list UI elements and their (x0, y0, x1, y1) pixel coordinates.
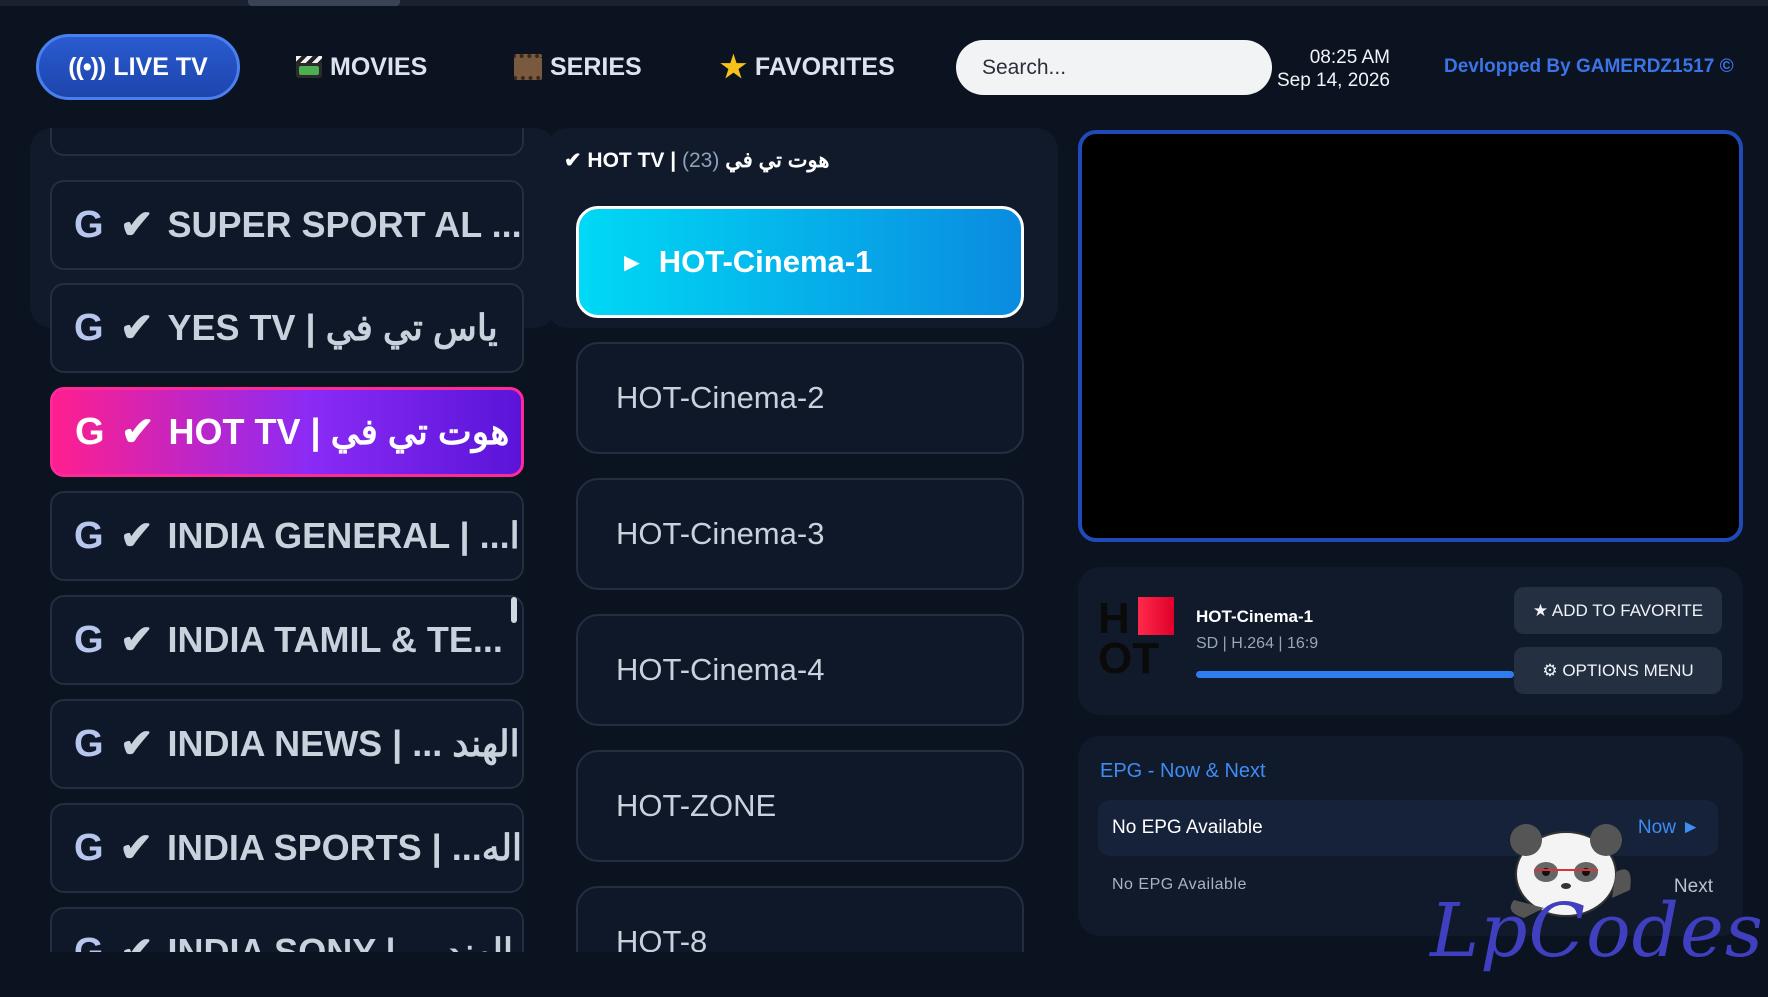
category-label: INDIA NEWS | ... الهند (167, 723, 520, 764)
category-list[interactable]: G ✔ SUPER SPORT AL ... G ✔ YES TV | ياس … (50, 128, 524, 952)
check-icon: ✔ (119, 826, 153, 870)
category-item-partial[interactable] (50, 128, 524, 156)
add-to-favorite-button[interactable]: ★ ADD TO FAVORITE (1514, 587, 1722, 634)
channel-item[interactable]: HOT-Cinema-3 (576, 478, 1024, 590)
epg-now-text: No EPG Available (1112, 817, 1263, 838)
playback-progress (1196, 671, 1514, 678)
check-icon: ✔ (120, 306, 154, 350)
category-badge: G (74, 722, 104, 765)
category-label: INDIA GENERAL | ...ا (167, 515, 520, 556)
film-strip-icon (514, 54, 542, 80)
channel-logo: H OT (1098, 597, 1174, 681)
channel-label: HOT-ZONE (616, 788, 777, 823)
search-placeholder: Search... (982, 55, 1067, 79)
category-item[interactable]: G ✔ INDIA SONY | ... الهند (50, 907, 524, 952)
channel-item[interactable]: HOT-Cinema-4 (576, 614, 1024, 726)
category-badge: G (74, 826, 104, 869)
watermark-text: LpCodes (1430, 888, 1764, 974)
category-badge: G (74, 306, 104, 349)
check-icon: ✔ (120, 203, 154, 247)
epg-title: EPG - Now & Next (1100, 760, 1266, 782)
channel-label: HOT-8 (616, 924, 708, 952)
clapperboard-icon (296, 56, 322, 78)
category-item[interactable]: G ✔ INDIA NEWS | ... الهند (50, 699, 524, 789)
channel-item[interactable]: HOT-8 (576, 886, 1024, 952)
epg-now-label: Now ► (1637, 817, 1700, 838)
nav-series-label: SERIES (550, 52, 642, 81)
channel-label: HOT-Cinema-3 (616, 516, 825, 551)
category-item[interactable]: G ✔ SUPER SPORT AL ... (50, 180, 524, 270)
category-item-active[interactable]: G ✔ HOT TV | هوت تي في (50, 387, 524, 477)
category-item[interactable]: G ✔ INDIA GENERAL | ...ا (50, 491, 524, 581)
clock: 08:25 AM Sep 14, 2026 (1268, 46, 1390, 92)
nav-favorites-label: FAVORITES (754, 52, 895, 81)
check-icon: ✔ (120, 722, 154, 766)
nav-movies-label: MOVIES (330, 52, 428, 81)
check-icon: ✔ (120, 618, 154, 662)
nav-movies[interactable]: MOVIES (296, 34, 427, 100)
channel-label: HOT-Cinema-1 (658, 244, 873, 279)
channel-label: HOT-Cinema-4 (616, 652, 825, 687)
nav-series[interactable]: SERIES (514, 34, 642, 100)
progress-fill (1196, 671, 1514, 678)
category-badge: G (74, 203, 104, 246)
check-icon: ✔ (121, 410, 155, 454)
check-icon: ✔ (120, 514, 154, 558)
channel-item-active[interactable]: ► HOT-Cinema-1 (576, 206, 1024, 318)
now-playing-card: H OT HOT-Cinema-1 SD | H.264 | 16:9 ★ AD… (1078, 567, 1743, 715)
category-badge: G (74, 930, 104, 953)
check-icon: ✔ (120, 930, 154, 952)
channel-count: (23) (681, 149, 720, 172)
now-playing-meta: SD | H.264 | 16:9 (1196, 635, 1319, 652)
category-label: INDIA SONY | ... الهند (167, 931, 513, 952)
channel-list[interactable]: ► HOT-Cinema-1 HOT-Cinema-2 HOT-Cinema-3… (574, 204, 1026, 952)
search-input[interactable]: Search... (956, 40, 1272, 95)
options-menu-button[interactable]: ⚙ OPTIONS MENU (1514, 647, 1722, 694)
channel-label: HOT-Cinema-2 (616, 380, 825, 415)
category-item[interactable]: G ✔ YES TV | ياس تي في (50, 283, 524, 373)
category-badge: G (74, 618, 104, 661)
category-scrollbar[interactable] (511, 597, 517, 623)
channel-item[interactable]: HOT-Cinema-2 (576, 342, 1024, 454)
now-playing-title: HOT-Cinema-1 (1196, 607, 1314, 626)
radio-waves-icon: ((•)) (68, 52, 106, 81)
developer-credit: Devlopped By GAMERDZ1517 © (1444, 56, 1734, 77)
category-label: YES TV | ياس تي في (167, 307, 498, 348)
category-label: SUPER SPORT AL ... (167, 204, 522, 245)
star-icon: ★ (720, 50, 747, 84)
category-label: INDIA SPORTS | ...اله (166, 827, 522, 868)
category-item[interactable]: G ✔ INDIA TAMIL & TE... (50, 595, 524, 685)
category-label: HOT TV | هوت تي في (168, 411, 510, 452)
epg-next-text: No EPG Available (1112, 876, 1247, 893)
top-nav: ((•)) LIVE TV MOVIES SERIES ★ FAVORITES … (0, 0, 1768, 110)
channel-list-header: ✔ HOT TV | هوت تي في (23) (564, 148, 829, 173)
category-item[interactable]: G ✔ INDIA SPORTS | ...اله (50, 803, 524, 893)
channel-item[interactable]: HOT-ZONE (576, 750, 1024, 862)
play-icon: ► (619, 246, 645, 277)
category-label: INDIA TAMIL & TE... (167, 619, 503, 660)
nav-favorites[interactable]: ★ FAVORITES (720, 34, 895, 100)
nav-live-tv-label: LIVE TV (113, 52, 208, 81)
clock-date: Sep 14, 2026 (1276, 70, 1390, 91)
category-badge: G (74, 514, 104, 557)
video-player[interactable] (1078, 130, 1743, 542)
nav-live-tv[interactable]: ((•)) LIVE TV (36, 34, 240, 100)
category-badge: G (75, 410, 105, 453)
clock-time: 08:25 AM (1309, 47, 1390, 68)
